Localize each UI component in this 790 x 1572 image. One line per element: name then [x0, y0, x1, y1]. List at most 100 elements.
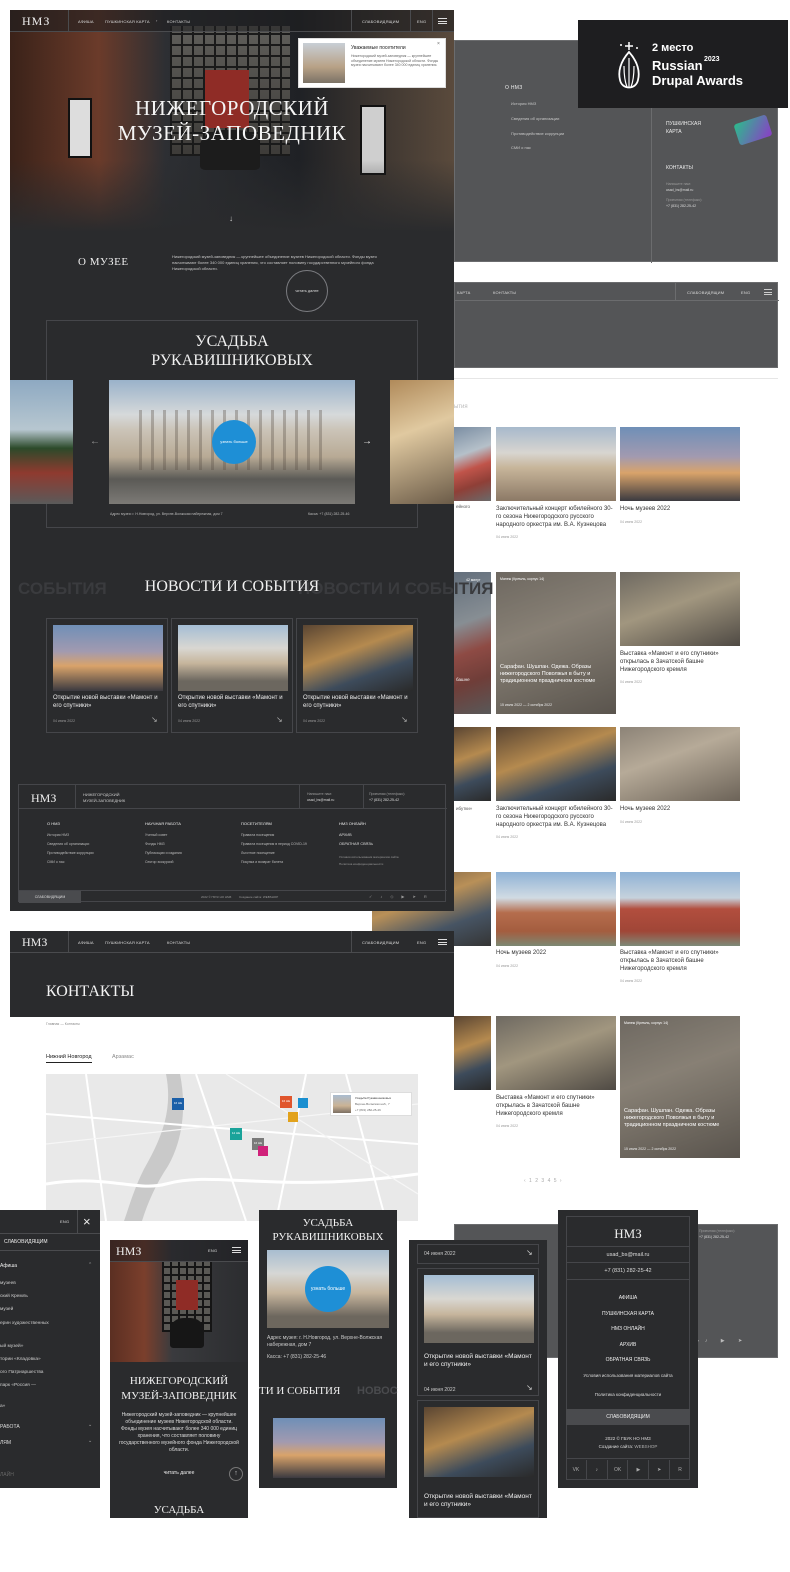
menu-item[interactable]: ого Патриаршества [0, 1366, 49, 1379]
nav-contacts[interactable]: КОНТАКТЫ [167, 19, 190, 24]
footer-link[interactable]: Льготное посещение [241, 851, 333, 855]
event-card[interactable]: Выставка «Мамонт и его спутники» открыла… [620, 950, 738, 983]
social-icons[interactable]: ◆♪ ▶ ➤ [695, 1338, 748, 1344]
menu-item[interactable]: а» [0, 1404, 5, 1409]
menu-item[interactable]: ЛАЙН [0, 1472, 14, 1478]
map-marker[interactable] [258, 1146, 268, 1156]
menu-item[interactable]: музеев [0, 1277, 49, 1290]
menu-item[interactable]: ский Кремль [0, 1290, 49, 1303]
site-logo[interactable]: НМЗ [22, 14, 50, 29]
nav-pushkin[interactable]: ПУШКИНСКАЯ КАРТА [105, 19, 150, 24]
footer-link[interactable]: История НМЗ [47, 833, 139, 837]
arrow-right-icon[interactable]: → [362, 436, 372, 447]
event-card[interactable]: Ночь музеев 2022 04 июня 2022 [620, 806, 738, 824]
map-marker[interactable]: 16 НЕ [280, 1096, 292, 1108]
estate-more-button[interactable]: узнать больше [212, 420, 256, 464]
menu-icon[interactable] [232, 1247, 241, 1253]
footer-link[interactable]: Фонды НМЗ [145, 842, 237, 846]
event-card[interactable]: Открытие новой выставки «Мамонт и его сп… [417, 1400, 539, 1518]
read-more-button[interactable]: читать далее [286, 270, 328, 312]
menu-link[interactable]: СМИ о нас [511, 145, 564, 151]
event-card[interactable]: Выставка «Мамонт и его спутники» открыла… [620, 651, 738, 684]
terms-link[interactable]: Условия использования материалов сайта [572, 1373, 684, 1380]
footer-link[interactable]: Правила посещения в период COVID-19 [241, 842, 333, 846]
lang-switch[interactable]: ENG [60, 1219, 69, 1224]
site-logo[interactable]: НМЗ [22, 935, 47, 950]
read-more-link[interactable]: читать далее [110, 1470, 248, 1476]
nav-afisha[interactable]: АФИША [78, 940, 94, 945]
lang-switch[interactable]: ENG [417, 940, 426, 945]
telegram-icon[interactable]: ➤ [649, 1460, 671, 1480]
footer-link[interactable]: Правила посещения [241, 833, 333, 837]
menu-item[interactable]: тории «Кладовка» [0, 1353, 49, 1366]
impaired-button[interactable]: СЛАБОВИДЯЩИМ [19, 891, 81, 903]
footer-link[interactable]: АФИША [558, 1291, 698, 1307]
scroll-up-button[interactable]: ↑ [229, 1467, 243, 1481]
footer-link[interactable]: Политика конфиденциальности [339, 862, 439, 866]
map-marker[interactable] [298, 1098, 308, 1108]
event-card[interactable]: Выставка «Мамонт и его спутники» открыла… [496, 1095, 614, 1128]
creator-link[interactable]: WEBSHOP [634, 1444, 657, 1449]
site-logo[interactable]: НМЗ [116, 1244, 141, 1259]
rutube-icon[interactable]: R [670, 1460, 690, 1480]
nav-impaired[interactable]: СЛАБОВИДЯЩИМ [362, 19, 399, 24]
impaired-button[interactable]: СЛАБОВИДЯЩИМ [566, 1409, 690, 1425]
footer-link[interactable]: СМИ о нас [47, 860, 139, 864]
lang-switch[interactable]: ENG [417, 19, 426, 24]
menu-item[interactable]: ЛЯМ [0, 1440, 11, 1446]
event-card[interactable]: Открытие новой выставки «Мамонт и его сп… [171, 618, 293, 733]
footer-link[interactable]: АРХИВ [558, 1338, 698, 1354]
nav-afisha[interactable]: АФИША [78, 19, 94, 24]
nav-contacts[interactable]: КОНТАКТЫ [493, 290, 516, 295]
menu-icon[interactable] [438, 939, 447, 945]
footer-logo[interactable]: НМЗ [31, 791, 56, 806]
menu-link[interactable]: История НМЗ [511, 101, 564, 107]
footer-link[interactable]: Условия использования материалов сайта [339, 855, 439, 859]
footer-link[interactable]: Сектор экскурсий [145, 860, 237, 864]
event-card[interactable]: Открытие новой выставки «Мамонт и его сп… [417, 1268, 539, 1396]
phone-link[interactable]: +7 (831) 282-25-42 [666, 204, 696, 208]
footer-link[interactable]: Противодействие коррупции [47, 851, 139, 855]
estate-more-button[interactable]: узнать больше [305, 1266, 351, 1312]
menu-link[interactable]: Противодействие коррупции [511, 131, 564, 137]
pushkin-card-link[interactable]: ПУШКИНСКАЯ КАРТА [666, 121, 716, 136]
phone-link[interactable]: +7 (831) 282-25-42 [369, 798, 399, 802]
menu-item[interactable]: парк «Россия — [0, 1379, 49, 1392]
footer-link[interactable]: Ученый совет [145, 833, 237, 837]
event-card[interactable]: Манеж (Кремль, корпус 14) Сарафан. Шушпа… [620, 1016, 740, 1158]
menu-item[interactable]: РАБОТА [0, 1424, 20, 1430]
email-link[interactable]: usad_bs@mail.ru [307, 798, 334, 802]
event-card[interactable]: Открытие новой выставки «Мамонт и его сп… [296, 618, 418, 733]
event-card[interactable]: Заключительный концерт юбилейного 30-го … [496, 506, 614, 539]
nav-pushkin[interactable]: ПУШКИНСКАЯ КАРТА [105, 940, 150, 945]
map[interactable]: 16 НЕ 16 НЕ 12 НЕ 16 НЕ Усадьба Рукавишн… [46, 1074, 418, 1221]
footer-link[interactable]: АРХИВ [339, 833, 439, 837]
menu-item[interactable]: ерин художественных [0, 1317, 49, 1330]
email-link[interactable]: usad_bs@mail.ru [558, 1252, 698, 1258]
lang-switch[interactable]: ENG [208, 1248, 217, 1253]
nav-impaired[interactable]: СЛАБОВИДЯЩИМ [687, 290, 724, 295]
map-marker[interactable] [288, 1112, 298, 1122]
menu-icon[interactable] [438, 18, 447, 24]
menu-icon[interactable] [764, 289, 772, 295]
email-link[interactable]: usad_bs@mail.ru [666, 188, 693, 192]
nav-contacts[interactable]: КОНТАКТЫ [167, 940, 190, 945]
footer-logo[interactable]: НМЗ [558, 1226, 698, 1242]
tab-nizhny[interactable]: Нижний Новгород [46, 1054, 92, 1063]
footer-link[interactable]: Сведения об организации [47, 842, 139, 846]
phone-link[interactable]: +7 (831) 282-25-42 [558, 1268, 698, 1274]
event-card[interactable]: Открытие новой выставки «Мамонт и его сп… [46, 618, 168, 733]
youtube-icon[interactable]: ▶ [628, 1460, 650, 1480]
tab-arzamas[interactable]: Арзамас [112, 1054, 134, 1060]
close-icon[interactable]: × [83, 1214, 91, 1229]
footer-link[interactable]: ОБРАТНАЯ СВЯЗЬ [558, 1353, 698, 1369]
tiktok-icon[interactable]: ♪ [587, 1460, 608, 1480]
menu-item[interactable]: ый музей» [0, 1340, 49, 1353]
event-card[interactable]: Ночь музеев 2022 04 июня 2022 [496, 950, 614, 968]
pagination[interactable]: ‹ 1 2 3 4 5 › [524, 1178, 563, 1184]
social-icons[interactable]: ✓♪◇▶➤R [369, 894, 435, 899]
footer-link[interactable]: ПУШКИНСКАЯ КАРТА [558, 1307, 698, 1323]
menu-item[interactable]: музей [0, 1303, 49, 1316]
close-icon[interactable]: × [437, 41, 440, 47]
footer-link[interactable]: Публикации и издания [145, 851, 237, 855]
